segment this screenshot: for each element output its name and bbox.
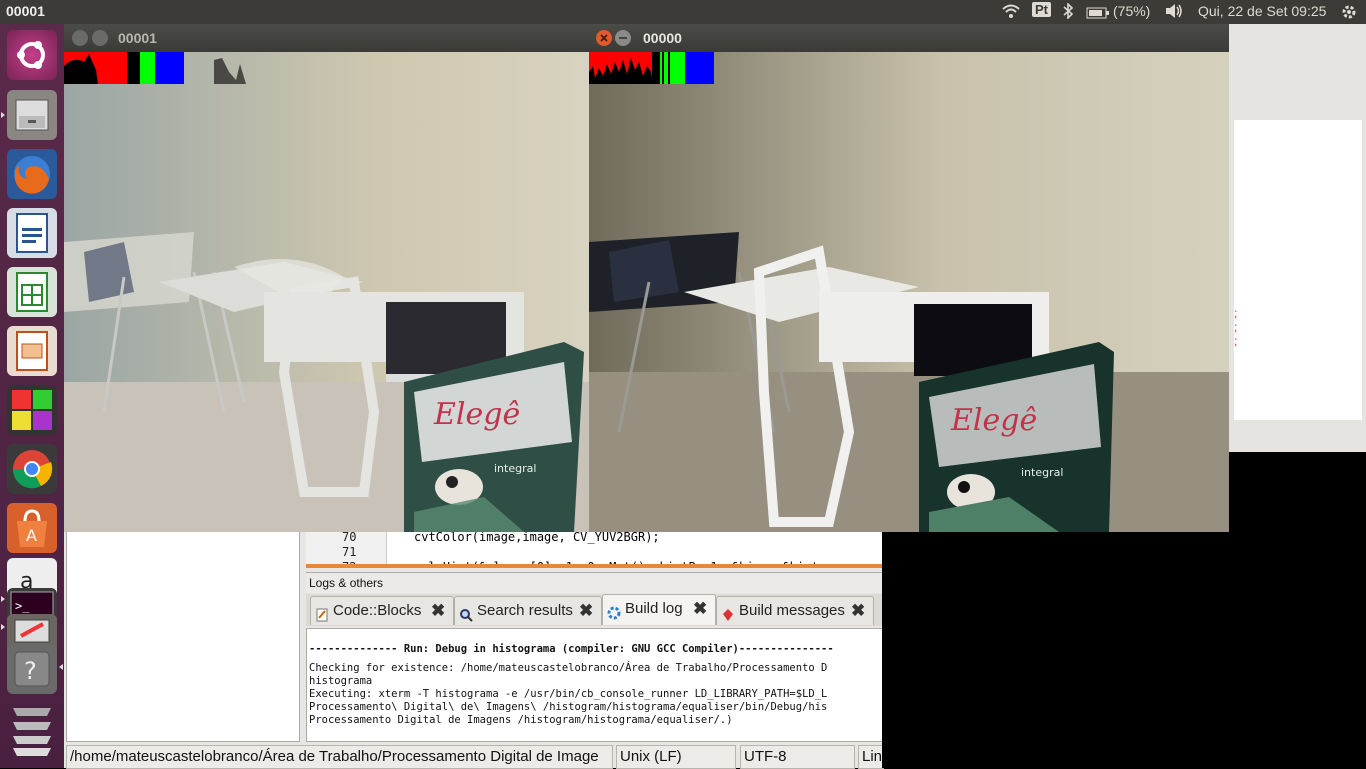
status-bar: /home/mateuscastelobranco/Área de Trabal… [66,744,884,769]
code-editor[interactable]: 70 cvtColor(image,image, CV_YUV2BGR); 71… [306,530,882,568]
wifi-icon[interactable] [1002,3,1020,22]
svg-text:>_: >_ [15,599,30,613]
tab-build-messages[interactable]: Build messages ✖ [716,596,874,625]
libreoffice-impress-icon[interactable] [7,326,57,376]
close-icon[interactable]: ✖ [693,595,707,623]
image-window-00001[interactable]: 00001 Elegê integral [64,24,589,532]
window-titlebar[interactable]: 00000 [589,24,1229,52]
volume-icon[interactable] [1164,3,1184,22]
top-panel: 00001 Pt (75%) Qui, 22 de Set 09:25 [0,0,1366,24]
tab-label: Build messages [739,602,845,619]
window-title: 00000 [643,30,682,46]
status-cursor-position: Lin [858,745,884,769]
histogram-green-segment [140,52,155,84]
tab-label: Code::Blocks [333,602,422,619]
logs-panel-title: Logs & others [309,576,384,590]
ubuntu-dash-icon[interactable] [7,30,57,80]
codeblocks-tab-icon [315,604,329,622]
color-histogram [64,52,246,84]
close-icon[interactable]: ✖ [431,597,445,625]
magnifier-icon [459,604,473,622]
log-line: Executing: xterm -T histograma -e /usr/b… [309,688,828,700]
line-number: 70 [342,530,357,544]
running-indicator [1,624,5,630]
minimize-button[interactable] [92,30,108,46]
tab-build-log[interactable]: Build log ✖ [602,594,716,625]
tab-search-results[interactable]: Search results ✖ [454,596,602,625]
processed-image: Elegê integral [64,52,589,532]
status-file-path: /home/mateuscastelobranco/Área de Trabal… [66,745,613,769]
apps-grid-icon[interactable] [7,385,57,435]
log-line: Processamento\ Digital\ de\ Imagens\ /hi… [309,701,828,713]
libreoffice-calc-icon[interactable] [7,267,57,317]
equalized-image: Elegê integral [589,52,1229,532]
log-line: histograma [309,675,373,687]
code-line[interactable]: cvtColor(image,image, CV_YUV2BGR); [414,530,660,544]
logs-panel-header: Logs & others [306,572,882,593]
tab-codeblocks[interactable]: Code::Blocks ✖ [310,596,454,625]
status-encoding: UTF-8 [740,745,855,769]
color-histogram [589,52,714,84]
histogram-blue-segment [685,52,714,84]
editor-scrollbar[interactable] [306,564,882,568]
log-line: Checking for existence: /home/mateuscast… [309,662,828,674]
files-icon[interactable] [7,90,57,140]
close-button[interactable] [72,30,88,46]
svg-text:?: ? [24,657,37,685]
libreoffice-writer-icon[interactable] [7,208,57,258]
window-titlebar[interactable]: 00001 [64,24,589,52]
help-icon[interactable]: ? [7,644,57,694]
histogram-blue-segment [155,52,184,84]
packaging-brand: Elegê [950,403,1037,438]
running-indicator [1,596,5,602]
image-window-00000[interactable]: 00000 Elegê integral [589,24,1229,532]
chrome-icon[interactable] [7,444,57,494]
battery-icon[interactable] [1086,6,1110,22]
close-icon[interactable]: ✖ [851,597,865,625]
packaging-brand: Elegê [433,397,520,432]
build-messages-icon [721,604,735,621]
log-line: Processamento Digital de Imagens /histog… [309,714,733,726]
log-line: -------------- Run: Debug in histograma … [309,643,834,655]
workspaces-icon[interactable] [7,698,57,758]
status-line-endings: Unix (LF) [616,745,736,769]
side-panel-content: ; ; ; [1234,120,1362,420]
active-app-title: 00001 [6,3,45,19]
firefox-icon[interactable] [7,149,57,199]
svg-text:A: A [26,526,37,545]
management-panel [66,530,300,742]
window-title: 00001 [118,30,157,46]
packaging-subtext: integral [1021,466,1063,479]
running-indicator [1,112,5,118]
tab-label: Build log [625,600,683,617]
clock[interactable]: Qui, 22 de Set 09:25 [1198,3,1326,19]
desktop-background [882,530,1366,768]
battery-percentage: (75%) [1113,3,1151,19]
bluetooth-icon[interactable] [1062,2,1074,22]
gear-icon [607,602,621,620]
minimize-button[interactable] [615,30,631,46]
logs-tab-bar: Code::Blocks ✖ Search results ✖ Build lo… [306,594,882,626]
close-icon[interactable]: ✖ [579,597,593,625]
line-number: 71 [342,545,357,559]
unity-launcher: A a >_ ? [0,24,64,768]
keyboard-layout-indicator[interactable]: Pt [1032,2,1051,17]
software-center-icon[interactable]: A [7,503,57,553]
build-log-output[interactable]: -------------- Run: Debug in histograma … [306,628,884,742]
tab-label: Search results [477,602,573,619]
packaging-subtext: integral [494,462,536,475]
system-gear-icon[interactable] [1340,3,1358,24]
histogram-black-segment [127,52,140,84]
close-button[interactable] [596,30,612,46]
